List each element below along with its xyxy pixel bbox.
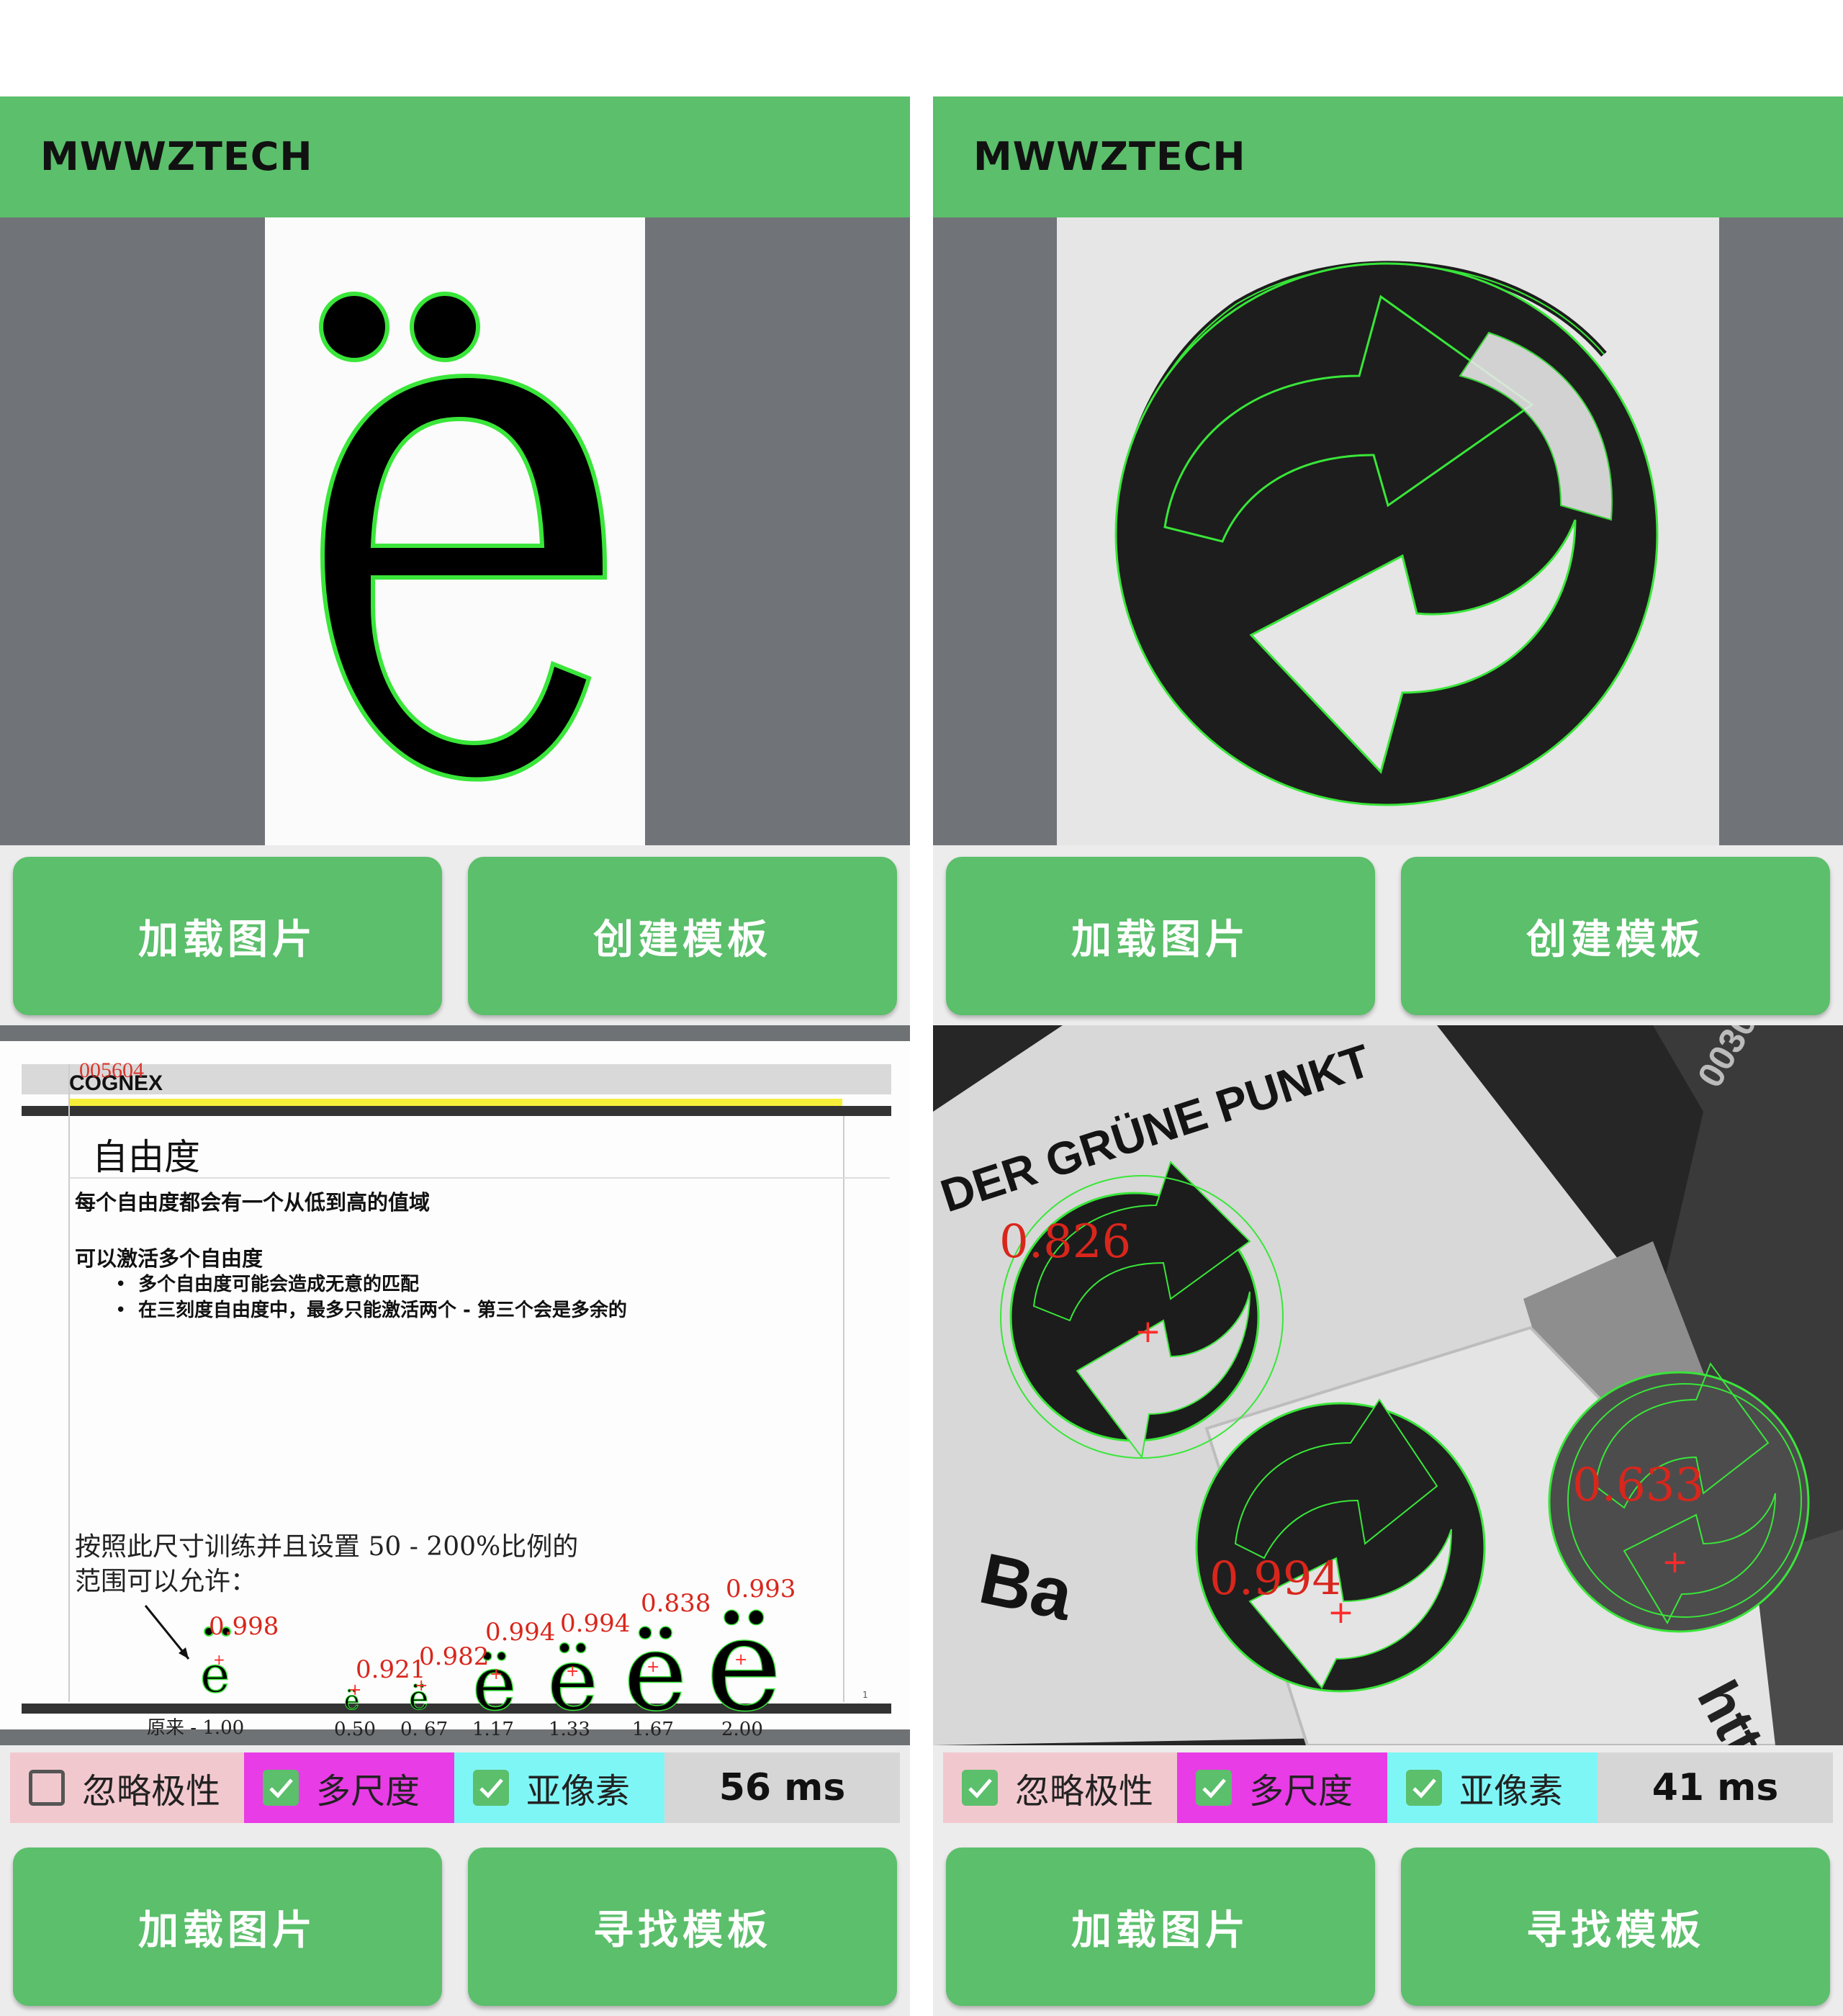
scale-label-6: 2.00 <box>721 1719 763 1740</box>
svg-text:+: + <box>1662 1544 1688 1580</box>
slide-line-2: 可以激活多个自由度 <box>75 1246 263 1271</box>
scale-label-5: 1.67 <box>632 1719 674 1740</box>
scale-score-5: 0.838 <box>641 1589 711 1618</box>
app-title: MWWZTECH <box>40 134 313 179</box>
option-label: 忽略极性 <box>1015 1771 1154 1812</box>
match-time: 56 ms <box>664 1752 900 1823</box>
subpixel-checkbox[interactable] <box>1406 1770 1442 1806</box>
ignore-polarity-option[interactable]: 忽略极性 <box>943 1752 1177 1823</box>
ignore-polarity-option[interactable]: 忽略极性 <box>10 1752 244 1823</box>
svg-text:+: + <box>490 1665 503 1683</box>
scale-score-2: 0.982 <box>419 1642 489 1671</box>
app-bar: MWWZTECH <box>0 96 910 217</box>
match-score-1: 0.826 <box>999 1215 1131 1269</box>
option-label: 亚像素 <box>526 1771 631 1812</box>
multi-scale-checkbox[interactable] <box>263 1770 299 1806</box>
scale-label-4: 1.33 <box>549 1719 590 1740</box>
check-icon <box>1412 1778 1436 1799</box>
subpixel-option[interactable]: 亚像素 <box>454 1752 664 1823</box>
result-image-view: 0030 http DER GRÜNE PUNKT Ba + + + 0.826… <box>933 1025 1843 1745</box>
original-score: 0.998 <box>209 1612 279 1641</box>
scale-score-3: 0.994 <box>485 1618 555 1647</box>
left-panel: MWWZTECH 加载图片 创建模板 COGNEX 005604 自由度 每个自… <box>0 96 910 2016</box>
load-image-button[interactable]: 加载图片 <box>13 857 442 1015</box>
load-image-button[interactable]: 加载图片 <box>946 857 1375 1015</box>
slide-bullet-2: 在三刻度自由度中，最多只能激活两个 - 第三个会是多余的 <box>138 1299 627 1321</box>
template-image <box>265 217 645 845</box>
template-image-view <box>933 217 1843 845</box>
subpixel-checkbox[interactable] <box>473 1770 509 1806</box>
page-number: 1 <box>862 1690 868 1700</box>
slide-line-1: 每个自由度都会有一个从低到高的值域 <box>75 1190 430 1215</box>
scale-label-1: 0.50 <box>334 1719 376 1740</box>
ignore-polarity-checkbox[interactable] <box>962 1770 998 1806</box>
svg-text:+: + <box>734 1651 747 1669</box>
subpixel-option[interactable]: 亚像素 <box>1387 1752 1598 1823</box>
option-label: 亚像素 <box>1459 1771 1564 1812</box>
option-label: 多尺度 <box>1249 1771 1353 1812</box>
scale-label-2: 0. 67 <box>400 1719 448 1740</box>
slide-paragraph-1: 按照此尺寸训练并且设置 50 - 200%比例的 <box>75 1532 578 1562</box>
scale-score-4: 0.994 <box>560 1609 630 1638</box>
svg-text:+: + <box>1135 1313 1161 1350</box>
logo-score-overlay: 005604 <box>79 1058 144 1082</box>
load-search-image-button[interactable]: 加载图片 <box>946 1848 1375 2006</box>
check-icon <box>479 1778 503 1799</box>
app-title: MWWZTECH <box>973 134 1246 179</box>
check-icon <box>968 1778 992 1799</box>
create-template-button[interactable]: 创建模板 <box>1401 857 1830 1015</box>
match-score-2: 0.994 <box>1209 1552 1341 1606</box>
option-label: 忽略极性 <box>82 1771 221 1812</box>
scale-score-1: 0.921 <box>356 1655 425 1684</box>
result-image: 0030 http DER GRÜNE PUNKT Ba + + + 0.826… <box>933 1025 1843 1745</box>
option-label: 多尺度 <box>316 1771 420 1812</box>
multi-scale-checkbox[interactable] <box>1196 1770 1232 1806</box>
multi-scale-option[interactable]: 多尺度 <box>244 1752 454 1823</box>
result-image: COGNEX 005604 自由度 每个自由度都会有一个从低到高的值域 可以激活… <box>0 1041 910 1741</box>
original-label: 原来 - 1.00 <box>147 1717 244 1739</box>
slide-title: 自由度 <box>92 1136 200 1178</box>
template-image-view <box>0 217 910 845</box>
multi-scale-option[interactable]: 多尺度 <box>1177 1752 1387 1823</box>
svg-text:+: + <box>566 1662 579 1680</box>
slide-bullet-1: 多个自由度可能会造成无意的匹配 <box>138 1273 419 1295</box>
app-bar: MWWZTECH <box>933 96 1843 217</box>
check-icon <box>269 1778 293 1799</box>
match-time: 41 ms <box>1598 1752 1833 1823</box>
slide-paragraph-2: 范围可以允许： <box>75 1567 256 1596</box>
options-row: 忽略极性 多尺度 亚像素 41 ms <box>943 1752 1833 1823</box>
check-icon <box>1202 1778 1226 1799</box>
ignore-polarity-checkbox[interactable] <box>29 1770 65 1806</box>
options-row: 忽略极性 多尺度 亚像素 56 ms <box>10 1752 900 1823</box>
scale-score-6: 0.993 <box>726 1575 796 1603</box>
svg-text:+: + <box>213 1651 225 1668</box>
create-template-button[interactable]: 创建模板 <box>468 857 897 1015</box>
find-template-button[interactable]: 寻找模板 <box>468 1848 897 2006</box>
bullet-dot: • <box>115 1300 126 1321</box>
match-score-3: 0.633 <box>1572 1459 1704 1512</box>
match-2: + <box>1195 1398 1486 1693</box>
result-image-view: COGNEX 005604 自由度 每个自由度都会有一个从低到高的值域 可以激活… <box>0 1025 910 1745</box>
load-search-image-button[interactable]: 加载图片 <box>13 1848 442 2006</box>
find-template-button[interactable]: 寻找模板 <box>1401 1848 1830 2006</box>
right-panel: MWWZTECH 加载图片 创建模板 0030 http DER GRÜNE P… <box>933 96 1843 2016</box>
scale-label-3: 1.17 <box>472 1719 514 1740</box>
bullet-dot: • <box>115 1274 126 1295</box>
svg-text:+: + <box>646 1658 659 1676</box>
template-image <box>1057 217 1719 845</box>
